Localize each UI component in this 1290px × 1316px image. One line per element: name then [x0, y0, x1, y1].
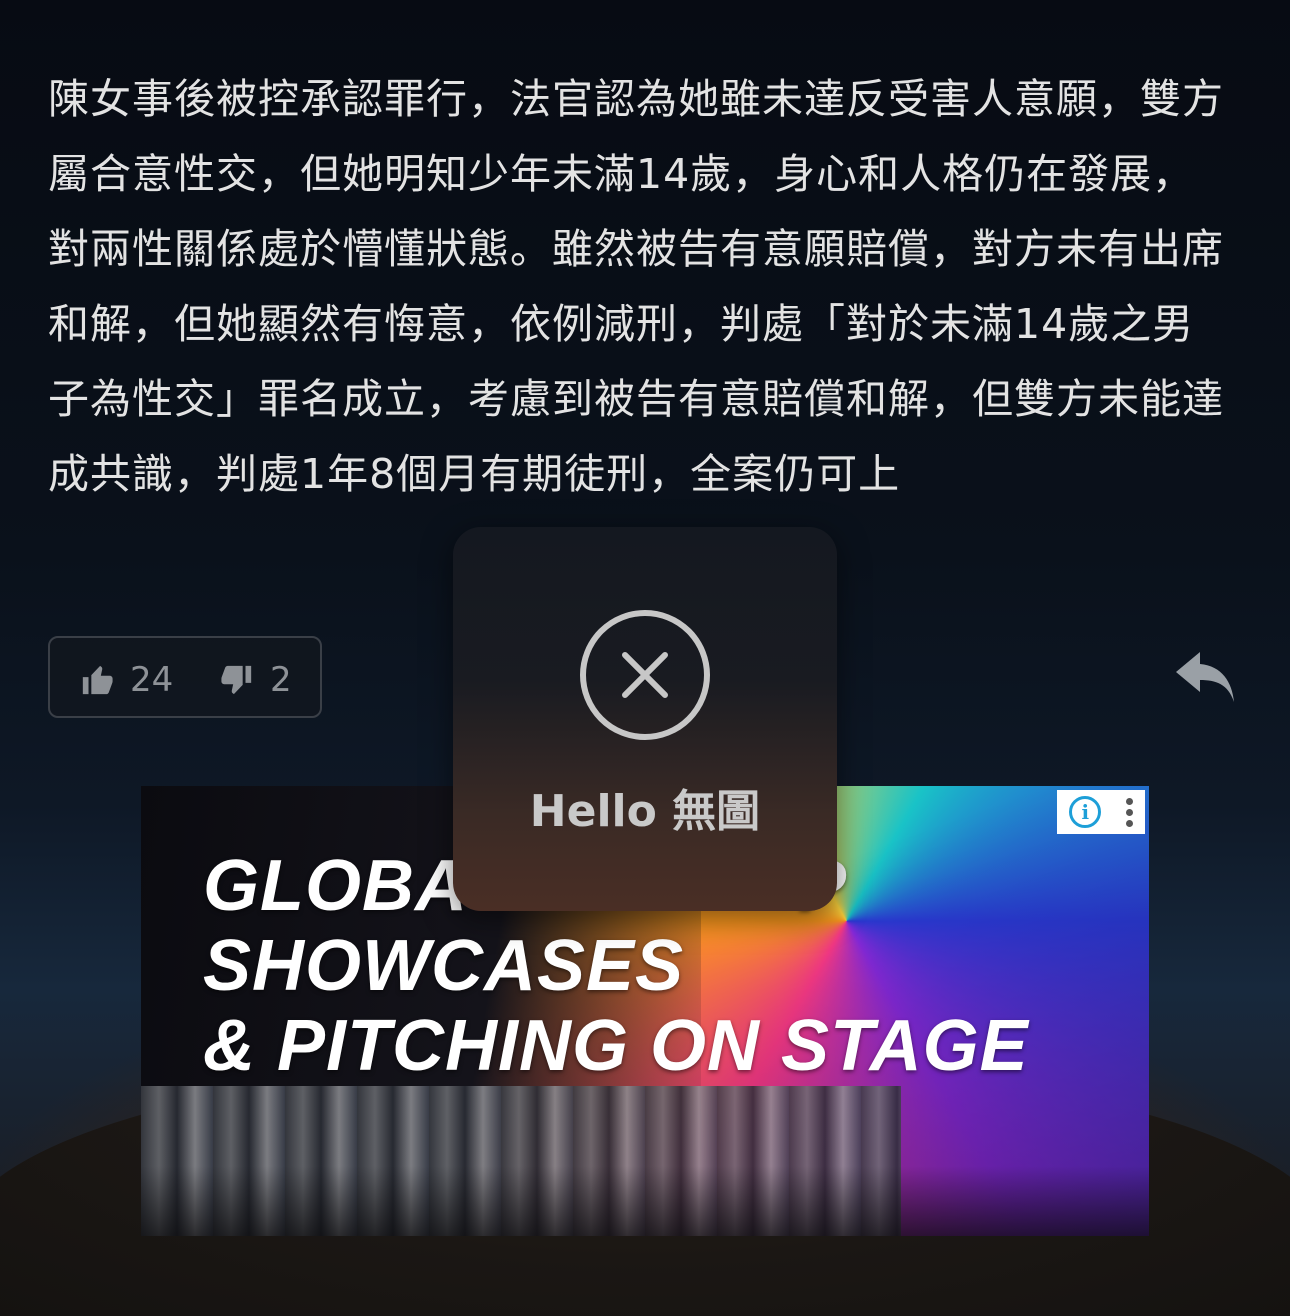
- dislike-count: 2: [270, 660, 292, 700]
- no-image-toast: Hello 無圖: [453, 527, 837, 911]
- ad-headline-line3: & PITCHING ON STAGE: [203, 1006, 1029, 1086]
- vote-box: 24 2: [48, 636, 322, 718]
- info-icon[interactable]: i: [1069, 796, 1102, 828]
- thumbs-down-icon: [221, 665, 252, 695]
- ad-choices[interactable]: i: [1057, 790, 1145, 834]
- ad-crowd-shade: [141, 1166, 1149, 1236]
- dislike-button[interactable]: 2: [220, 660, 292, 700]
- thumbs-up-icon: [82, 665, 113, 695]
- kebab-menu-icon[interactable]: [1125, 797, 1133, 827]
- reply-arrow-icon: [1176, 652, 1234, 702]
- ad-headline-line2: SHOWCASES: [203, 926, 685, 1006]
- toast-label: Hello 無圖: [529, 786, 761, 837]
- close-circle-icon: [580, 610, 710, 740]
- reply-button[interactable]: [1172, 648, 1238, 708]
- article-paragraph: 陳女事後被控承認罪行，法官認為她雖未達反受害人意願，雙方屬合意性交，但她明知少年…: [48, 75, 1224, 498]
- like-button[interactable]: 24: [80, 660, 173, 700]
- like-count: 24: [130, 660, 174, 700]
